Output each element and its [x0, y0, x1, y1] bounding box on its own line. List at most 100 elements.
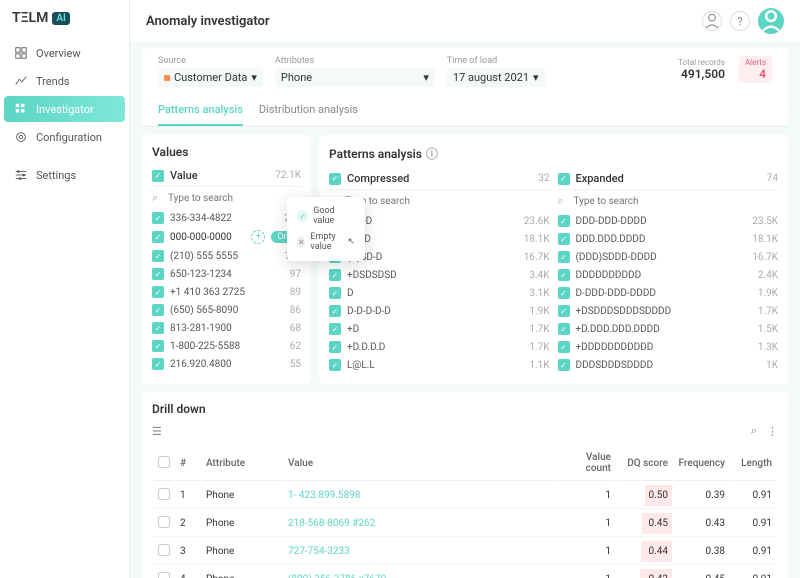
col-len[interactable]: Length — [731, 446, 776, 481]
cell-value[interactable]: 1- 423.899.5898 — [284, 483, 553, 509]
value-row[interactable]: ✓(650) 565-809086 — [152, 301, 301, 319]
cell-value[interactable]: 218-568-8069 #262 — [284, 511, 553, 537]
checkbox[interactable]: ✓ — [558, 269, 570, 281]
value-row[interactable]: ✓336-334-4822298 — [152, 209, 301, 227]
time-select[interactable]: 17 august 2021▾ — [447, 68, 545, 87]
value-row[interactable]: ✓000-000-0000+Only — [152, 227, 301, 247]
col-value[interactable]: Value — [284, 446, 553, 481]
col-freq[interactable]: Frequency — [674, 446, 729, 481]
nav-configuration[interactable]: Configuration — [4, 124, 125, 150]
search-input[interactable] — [345, 196, 550, 207]
search-icon[interactable]: ⌕ — [751, 424, 757, 438]
checkbox[interactable]: ✓ — [152, 322, 164, 334]
checkbox[interactable] — [158, 488, 170, 500]
checkbox[interactable]: ✓ — [329, 287, 341, 299]
checkbox[interactable]: ✓ — [152, 250, 164, 262]
checkbox[interactable]: ✓ — [329, 269, 341, 281]
checkbox[interactable]: ✓ — [558, 359, 570, 371]
checkbox[interactable]: ✓ — [558, 251, 570, 263]
checkbox[interactable]: ✓ — [558, 323, 570, 335]
tab-patterns[interactable]: Patterns analysis — [158, 95, 243, 126]
cell-value[interactable]: 727-754-3233 — [284, 539, 553, 565]
checkbox[interactable]: ✓ — [152, 304, 164, 316]
pattern-row[interactable]: ✓+D1.7K — [329, 320, 550, 338]
pattern-row[interactable]: ✓+DSDSDSD3.4K — [329, 266, 550, 284]
col-vc[interactable]: Value count — [555, 446, 615, 481]
checkbox[interactable]: ✓ — [152, 212, 164, 224]
nav-trends[interactable]: Trends — [4, 68, 125, 94]
info-icon[interactable]: ⓘ — [426, 145, 438, 162]
pattern-row[interactable]: ✓+DDDDDDDDDDD1.3K — [558, 338, 779, 356]
more-icon[interactable]: ⋮ — [767, 425, 778, 438]
pattern-row[interactable]: ✓DDD.DDD.DDDD18.1K — [558, 230, 779, 248]
row-count: 1.9K — [758, 288, 778, 299]
cell-value[interactable]: (800) 356-3786 x7679 — [284, 567, 553, 578]
checkbox[interactable]: ✓ — [329, 341, 341, 353]
help-icon[interactable]: ? — [730, 11, 750, 31]
col-num[interactable]: # — [176, 446, 200, 481]
stat-alerts[interactable]: Alerts 4 — [739, 56, 772, 83]
checkbox[interactable] — [158, 572, 170, 578]
checkbox[interactable]: ✓ — [558, 233, 570, 245]
nav-settings[interactable]: Settings — [4, 162, 125, 188]
checkbox-all[interactable] — [158, 456, 170, 468]
nav-item-label: Investigator — [36, 103, 94, 116]
row-label: 216.920.4800 — [170, 359, 284, 370]
pattern-row[interactable]: ✓D3.1K — [329, 284, 550, 302]
pattern-row[interactable]: ✓+DSDDDSDDDSDDDD1.7K — [558, 302, 779, 320]
add-icon[interactable]: + — [251, 230, 265, 244]
checkbox[interactable]: ✓ — [558, 341, 570, 353]
checkbox-all[interactable]: ✓ — [558, 173, 570, 185]
search-input[interactable] — [574, 196, 779, 207]
checkbox[interactable]: ✓ — [558, 215, 570, 227]
checkbox[interactable]: ✓ — [329, 305, 341, 317]
value-row[interactable]: ✓216.920.480055 — [152, 355, 301, 373]
popover-good[interactable]: ✓Good value — [293, 203, 359, 229]
checkbox[interactable]: ✓ — [152, 358, 164, 370]
table-row[interactable]: 3 Phone 727-754-3233 1 0.44 0.38 0.91 — [154, 539, 776, 565]
pattern-row[interactable]: ✓L@L.L1.1K — [329, 356, 550, 374]
cell-len: 0.91 — [731, 483, 776, 509]
nav-item-label: Configuration — [36, 131, 102, 144]
checkbox[interactable]: ✓ — [152, 340, 164, 352]
source-select[interactable]: Customer Data▾ — [158, 68, 263, 87]
filter-icon[interactable]: ☰ — [152, 425, 162, 438]
pattern-row[interactable]: ✓D-D-D-D-D1.9K — [329, 302, 550, 320]
checkbox[interactable] — [158, 516, 170, 528]
checkbox[interactable]: ✓ — [152, 286, 164, 298]
col-dq[interactable]: DQ score — [617, 446, 672, 481]
value-row[interactable]: ✓650-123-123497 — [152, 265, 301, 283]
nav-investigator[interactable]: Investigator — [4, 96, 125, 122]
tab-distribution[interactable]: Distribution analysis — [259, 95, 358, 126]
checkbox[interactable]: ✓ — [558, 305, 570, 317]
checkbox[interactable]: ✓ — [152, 268, 164, 280]
value-row[interactable]: ✓+1 410 363 272589 — [152, 283, 301, 301]
value-row[interactable]: ✓(210) 555 5555103 — [152, 247, 301, 265]
value-row[interactable]: ✓1-800-225-558862 — [152, 337, 301, 355]
pattern-row[interactable]: ✓DDDSDDDSDDDD1K — [558, 356, 779, 374]
checkbox[interactable]: ✓ — [329, 323, 341, 335]
nav-overview[interactable]: Overview — [4, 40, 125, 66]
user-icon[interactable] — [702, 11, 722, 31]
pattern-row[interactable]: ✓(DDD)SDDD-DDDD16.7K — [558, 248, 779, 266]
avatar[interactable] — [758, 8, 784, 34]
table-row[interactable]: 2 Phone 218-568-8069 #262 1 0.45 0.43 0.… — [154, 511, 776, 537]
pattern-row[interactable]: ✓+D.D.D.D1.7K — [329, 338, 550, 356]
checkbox[interactable]: ✓ — [329, 359, 341, 371]
table-row[interactable]: 1 Phone 1- 423.899.5898 1 0.50 0.39 0.91 — [154, 483, 776, 509]
table-row[interactable]: 4 Phone (800) 356-3786 x7679 1 0.42 0.45… — [154, 567, 776, 578]
checkbox[interactable]: ✓ — [152, 231, 164, 243]
search-input[interactable] — [168, 193, 301, 204]
pattern-row[interactable]: ✓D-DDD-DDD-DDDD1.9K — [558, 284, 779, 302]
checkbox[interactable]: ✓ — [558, 287, 570, 299]
checkbox-all[interactable]: ✓ — [152, 170, 164, 182]
popover-empty[interactable]: ✕Empty value↖ — [293, 229, 359, 255]
attributes-select[interactable]: Phone▾ — [275, 68, 435, 87]
col-attr[interactable]: Attribute — [202, 446, 282, 481]
value-row[interactable]: ✓813-281-190068 — [152, 319, 301, 337]
pattern-row[interactable]: ✓DDDDDDDDDD2.4K — [558, 266, 779, 284]
checkbox[interactable] — [158, 544, 170, 556]
pattern-row[interactable]: ✓DDD-DDD-DDDD23.5K — [558, 212, 779, 230]
pattern-row[interactable]: ✓+D.DDD.DDD.DDDD1.5K — [558, 320, 779, 338]
checkbox-all[interactable]: ✓ — [329, 173, 341, 185]
